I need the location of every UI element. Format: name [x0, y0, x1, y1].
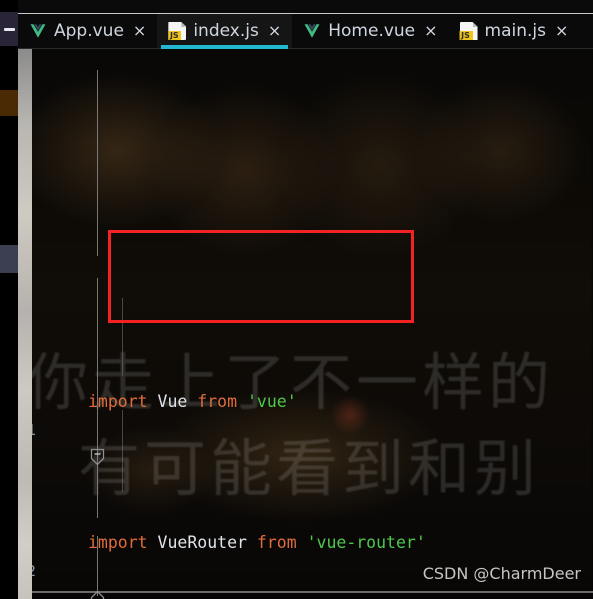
- tab-label: main.js: [484, 21, 547, 41]
- watermark: CSDN @CharmDeer: [422, 564, 581, 583]
- close-icon[interactable]: ×: [555, 23, 568, 39]
- close-icon[interactable]: ×: [268, 23, 281, 39]
- tab-label: index.js: [193, 21, 259, 41]
- vue-file-icon: [303, 22, 321, 40]
- overview-marker-warning: [0, 90, 18, 116]
- editor-scrollbar[interactable]: [18, 48, 32, 599]
- tab-main-js[interactable]: main.js ×: [449, 14, 580, 48]
- code-text: import Vue from 'vue': [88, 391, 297, 411]
- fold-connector: [97, 70, 98, 256]
- js-file-icon: [459, 22, 478, 40]
- editor-tab-bar: App.vue × index.js × Home.vue × main.js …: [18, 0, 593, 49]
- tab-home-vue[interactable]: Home.vue ×: [292, 14, 448, 48]
- js-file-icon: [168, 22, 187, 40]
- overview-marker-selection: [0, 245, 18, 273]
- indent-guide: [122, 298, 123, 376]
- code-editor[interactable]: 1 import Vue from 'vue' 2 import VueRout…: [27, 48, 593, 599]
- bottom-divider: [32, 591, 593, 593]
- vue-file-icon: [29, 22, 47, 40]
- code-line[interactable]: 1 import Vue from 'vue': [27, 388, 593, 466]
- tab-index-js[interactable]: index.js ×: [157, 14, 293, 49]
- indent-guide: [122, 410, 123, 492]
- vscode-window: 你走上了不一样的 有可能看到和别 App.vue × index.js ×: [0, 0, 593, 599]
- close-icon[interactable]: ×: [133, 23, 146, 39]
- tab-app-vue[interactable]: App.vue ×: [18, 14, 157, 48]
- tab-label: Home.vue: [328, 21, 416, 41]
- minimize-button[interactable]: [0, 12, 18, 46]
- minimize-icon: [3, 27, 15, 31]
- close-icon[interactable]: ×: [424, 23, 437, 39]
- code-text: import VueRouter from 'vue-router': [88, 533, 426, 553]
- code-line[interactable]: 2 import VueRouter from 'vue-router': [27, 529, 593, 599]
- tab-label: App.vue: [54, 21, 124, 41]
- activity-bar: [0, 0, 18, 599]
